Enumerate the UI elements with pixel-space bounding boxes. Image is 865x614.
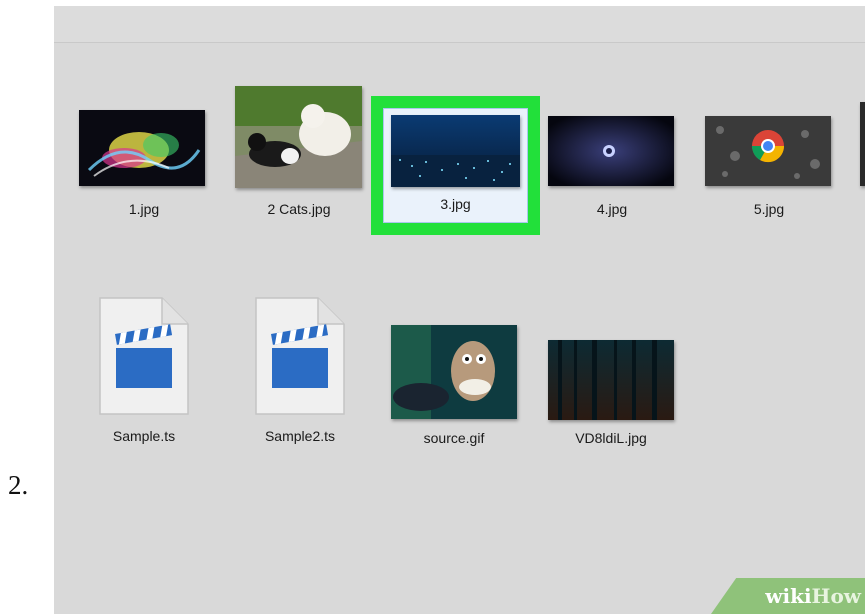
file-item-sample-ts[interactable]: Sample.ts	[84, 296, 204, 456]
step-number: 2.	[8, 470, 29, 500]
file-name-label: 5.jpg	[753, 201, 785, 217]
image-thumbnail	[705, 116, 831, 186]
image-thumbnail	[235, 86, 362, 188]
image-thumbnail	[391, 325, 517, 419]
file-item-2-cats-jpg[interactable]: 2 Cats.jpg	[229, 80, 369, 225]
watermark-how: How	[811, 584, 861, 608]
file-item-1-jpg[interactable]: 1.jpg	[74, 100, 214, 225]
image-thumbnail	[548, 340, 674, 420]
file-item-source-gif[interactable]: source.gif	[384, 318, 524, 456]
file-name-label: Sample2.ts	[264, 428, 336, 444]
file-item-4-jpg[interactable]: 4.jpg	[542, 100, 682, 225]
file-name-label: 4.jpg	[596, 201, 628, 217]
selected-file-highlight: 3.jpg	[371, 96, 540, 235]
file-item-3-jpg[interactable]: 3.jpg	[383, 108, 528, 223]
image-thumbnail	[548, 116, 674, 186]
file-name-label: 2 Cats.jpg	[267, 201, 331, 217]
toolbar-strip	[54, 0, 865, 43]
file-name-label: 1.jpg	[128, 201, 160, 217]
image-thumbnail	[79, 110, 205, 186]
file-name-label: VD8ldiL.jpg	[575, 430, 647, 446]
file-item-sample2-ts[interactable]: Sample2.ts	[240, 296, 360, 456]
file-item-partial[interactable]	[860, 100, 865, 190]
file-name-label: source.gif	[423, 430, 485, 446]
watermark-wiki: wiki	[765, 584, 812, 608]
file-item-5-jpg[interactable]: 5.jpg	[699, 100, 839, 225]
file-name-label: 3.jpg	[440, 196, 471, 212]
video-file-icon	[99, 297, 189, 415]
image-thumbnail	[860, 102, 865, 186]
file-item-vd8ldil-jpg[interactable]: VD8ldiL.jpg	[541, 330, 681, 456]
file-explorer-view: 1.jpg 2 Cats.jpg 3.jpg 4.jpg 5.jpg Sampl…	[54, 0, 865, 614]
file-name-label: Sample.ts	[112, 428, 176, 444]
image-thumbnail	[391, 115, 520, 187]
video-file-icon	[255, 297, 345, 415]
